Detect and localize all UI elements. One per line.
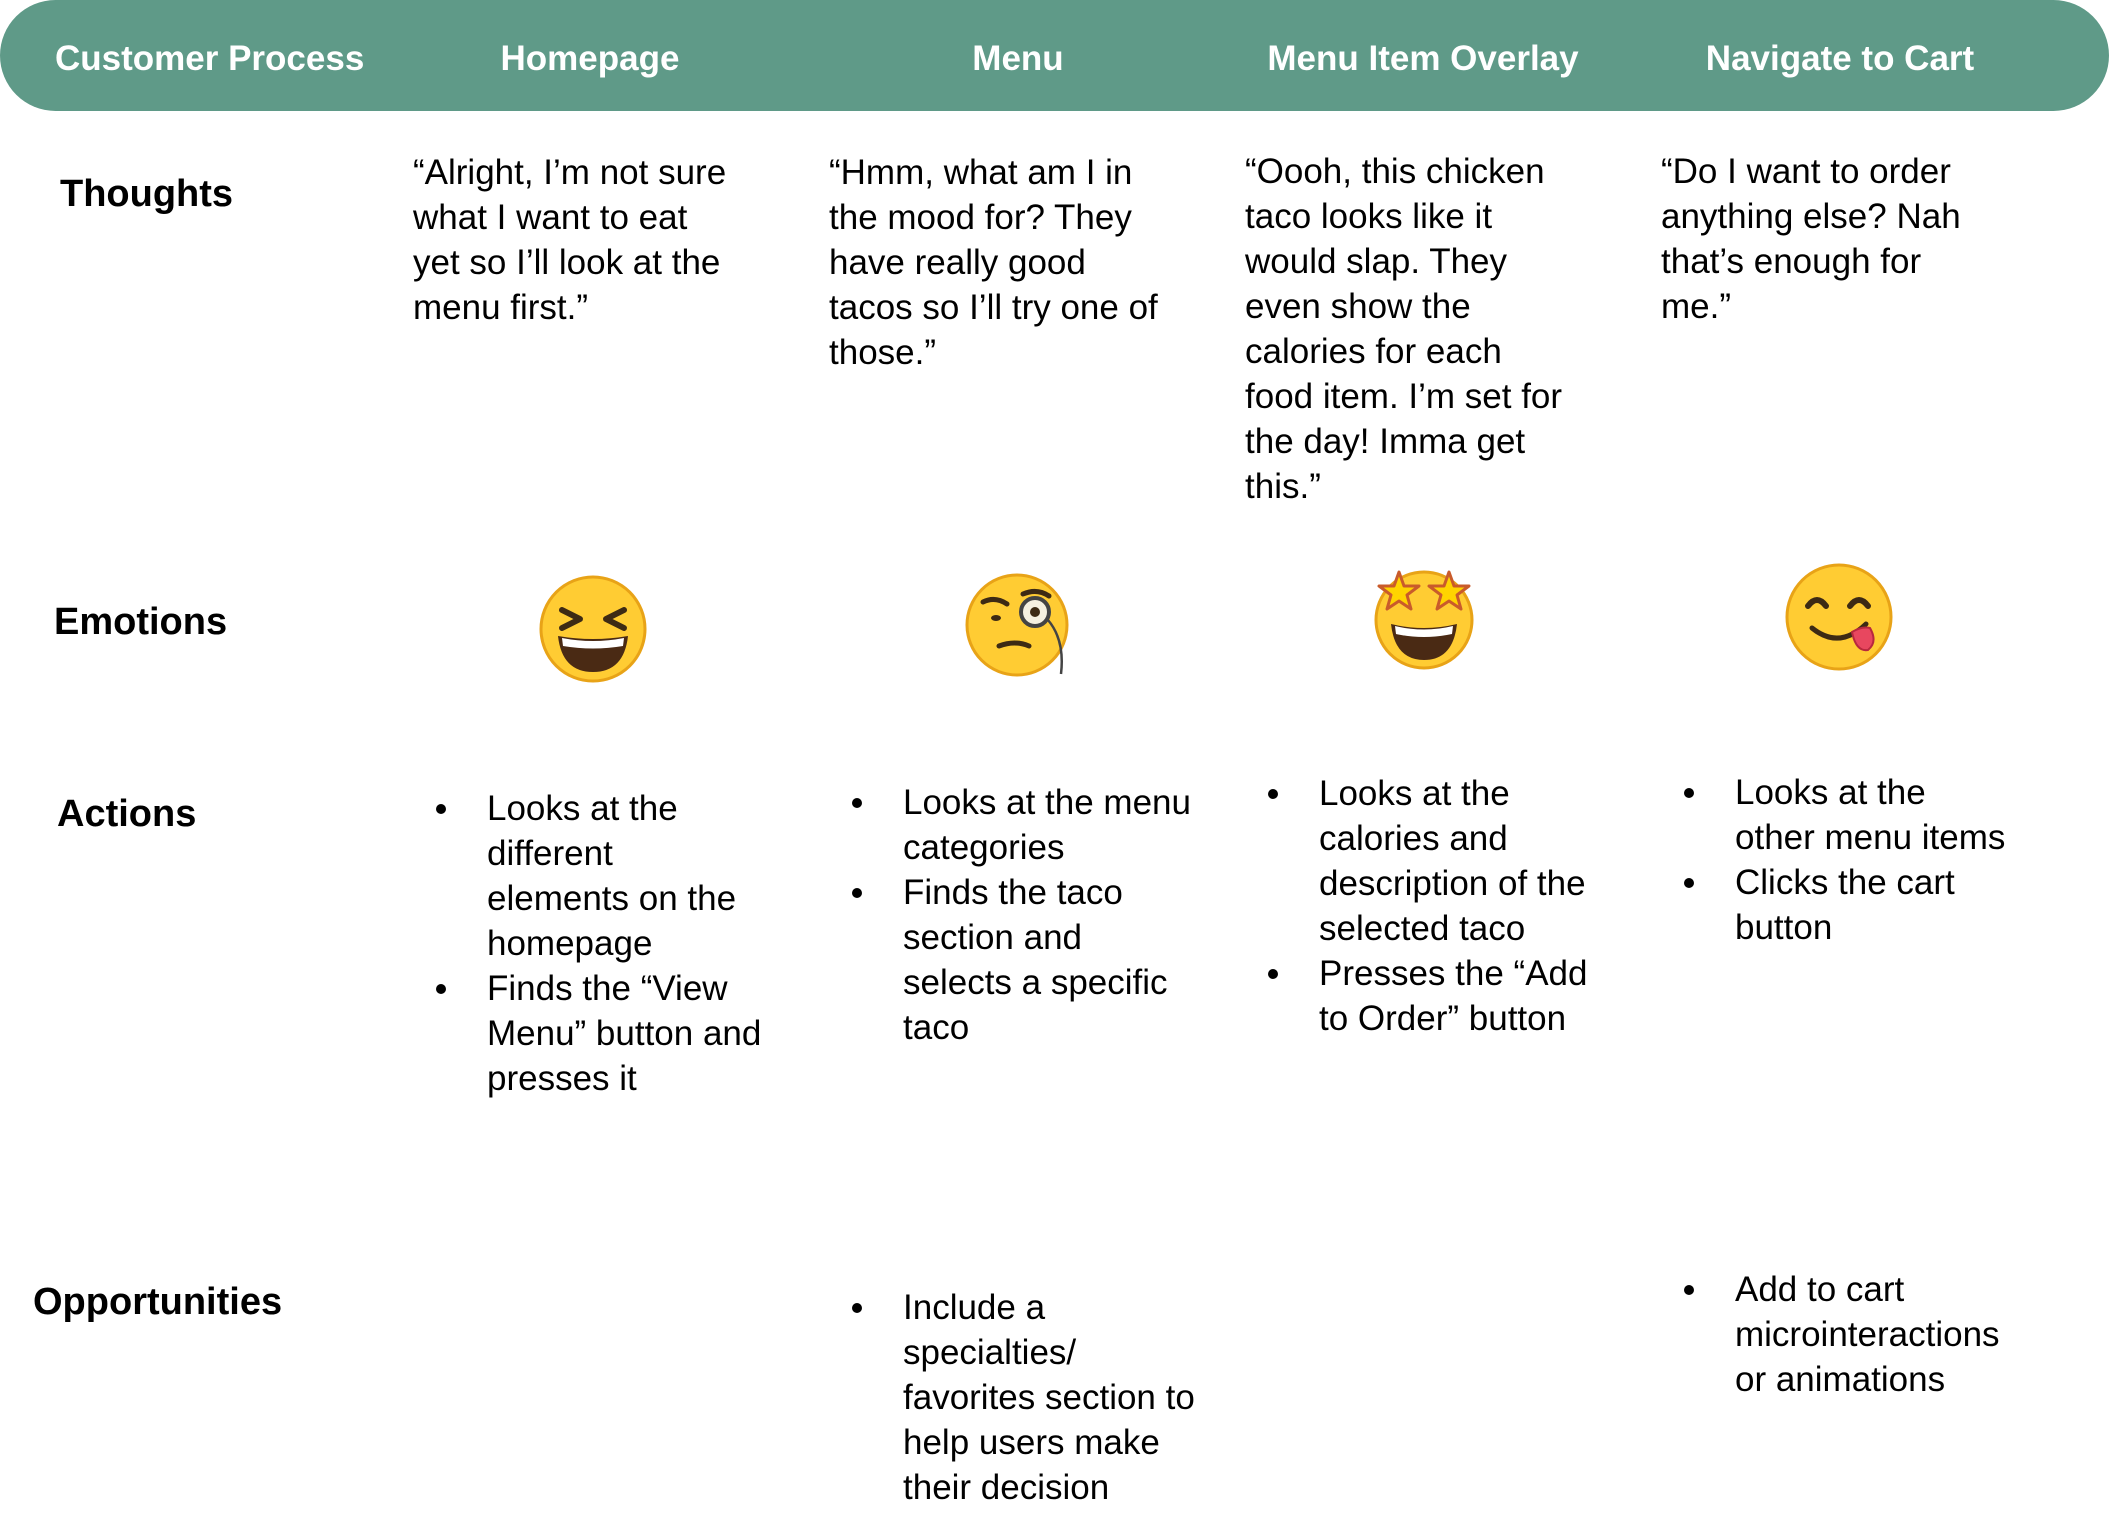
actions-navigate-to-cart-list: Looks at the other menu items Clicks the… [1681, 770, 2005, 950]
row-label-thoughts: Thoughts [60, 173, 234, 215]
thought-navigate-to-cart: “Do I want to order anything else? Nah t… [1661, 152, 1961, 326]
header-menu-item-overlay: Menu Item Overlay [1267, 39, 1579, 78]
thought-homepage: “Alright, I’m not sure what I want to ea… [413, 153, 727, 327]
header-homepage: Homepage [500, 39, 680, 78]
actions-homepage-list: Looks at the different elements on the h… [433, 786, 761, 1101]
opportunities-cart-list: Add to cart microinteractions or animati… [1681, 1267, 2000, 1402]
list-item: Finds the “View Menu” button and presses… [433, 966, 761, 1101]
grinning-squinting-face-icon [538, 574, 648, 684]
actions-menu-list: Looks at the menu categories Finds the t… [849, 780, 1191, 1050]
header-customer-process: Customer Process [55, 39, 365, 78]
list-item: Looks at the different elements on the h… [433, 786, 761, 966]
thought-menu-item-overlay: “Oooh, this chicken taco looks like it w… [1245, 152, 1563, 506]
list-item: Looks at the other menu items [1681, 770, 2005, 860]
list-item: Include a specialties/ favorites section… [849, 1285, 1195, 1510]
list-item: Presses the “Add to Order” button [1265, 951, 1587, 1041]
opportunities-menu-list: Include a specialties/ favorites section… [849, 1285, 1195, 1510]
list-item: Clicks the cart button [1681, 860, 2005, 950]
row-label-opportunities: Opportunities [33, 1281, 283, 1323]
row-label-actions: Actions [57, 793, 197, 835]
row-label-emotions: Emotions [54, 601, 228, 643]
face-with-monocle-icon [965, 570, 1075, 680]
list-item: Looks at the menu categories [849, 780, 1191, 870]
header-menu: Menu [972, 39, 1064, 78]
star-struck-face-icon [1369, 562, 1479, 672]
list-item: Finds the taco section and selects a spe… [849, 870, 1191, 1050]
header-navigate-to-cart: Navigate to Cart [1705, 39, 1975, 78]
thought-menu: “Hmm, what am I in the mood for? They ha… [829, 153, 1158, 372]
list-item: Looks at the calories and description of… [1265, 771, 1587, 951]
face-savoring-food-icon [1784, 562, 1894, 672]
actions-menu-item-overlay-list: Looks at the calories and description of… [1265, 771, 1587, 1041]
list-item: Add to cart microinteractions or animati… [1681, 1267, 2000, 1402]
header-bar: Customer Process Homepage Menu Menu Item… [0, 0, 2109, 111]
